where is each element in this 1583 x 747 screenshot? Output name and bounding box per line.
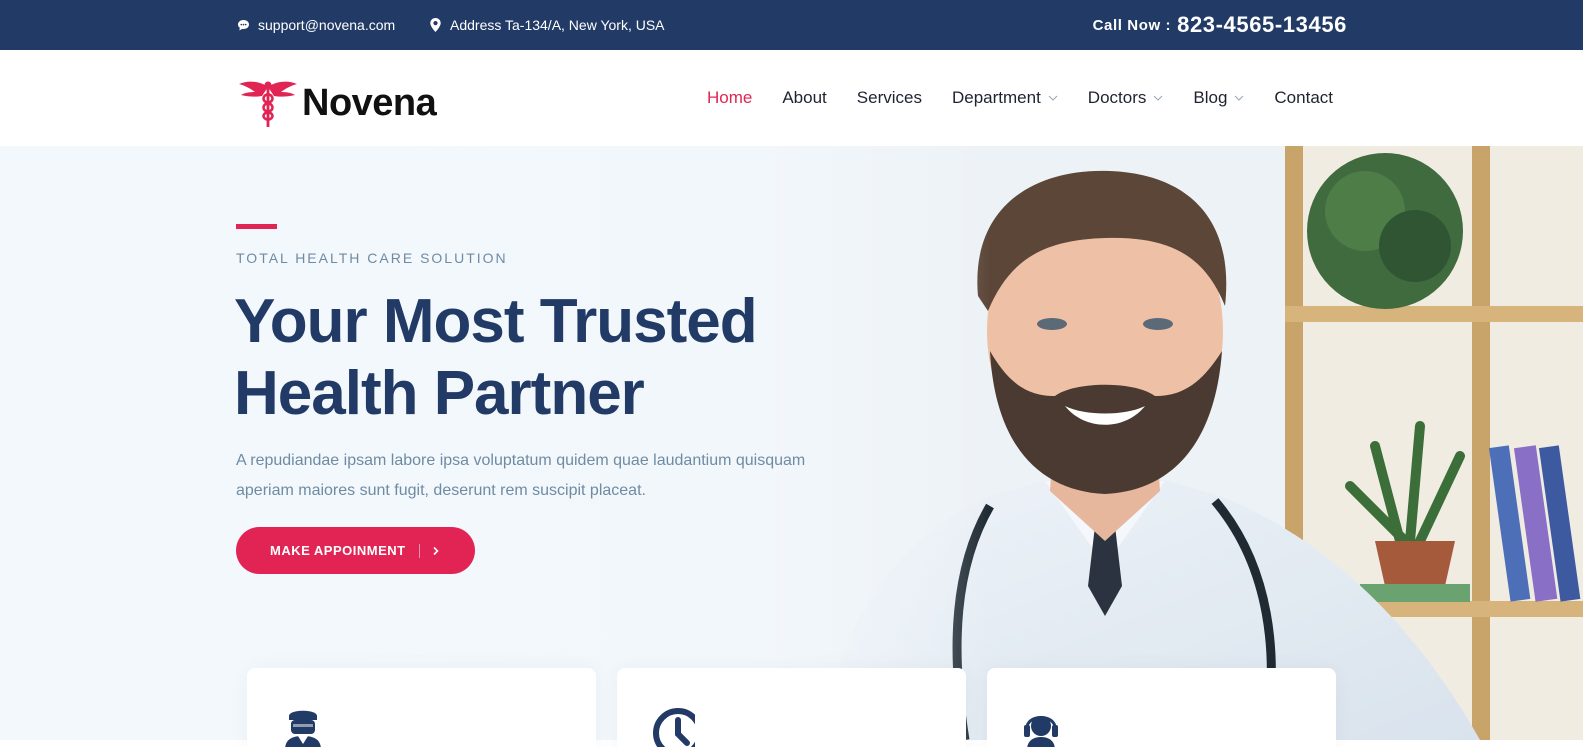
chevron-down-icon [1235,95,1244,101]
nav-item-about[interactable]: About [782,88,826,108]
nav-item-label: Services [856,88,922,107]
nav-item-label: Doctors [1087,88,1147,107]
chevron-down-icon [1048,95,1058,101]
button-divider [418,543,420,558]
chat-icon [236,18,250,32]
chevron-down-icon [1154,95,1163,101]
nav-item-department[interactable]: Department [952,88,1058,108]
surgeon-icon [285,710,321,747]
map-pin-icon [428,18,442,32]
clock-icon [653,708,695,747]
nav-item-label: Contact [1274,88,1333,107]
top-bar: support@novena.com Address Ta-134/A, New… [0,0,1583,50]
support-email-text: support@novena.com [258,17,396,33]
brand-name: Novena [302,81,437,124]
nav-item-contact[interactable]: Contact [1274,88,1333,108]
nav-item-label: Blog [1193,88,1228,107]
hero-doctor-image [760,146,1583,740]
address: Address Ta-134/A, New York, USA [428,0,665,50]
hero-title-line-2: Health Partner [234,359,645,428]
caduceus-icon [239,81,297,127]
chevron-right-icon [433,546,439,555]
feature-card-working-hours [617,668,966,747]
call-now-number[interactable]: 823-4565-13456 [1177,12,1347,38]
nav-item-label: About [782,88,827,107]
nav-item-doctors[interactable]: Doctors [1088,88,1164,108]
hero-section: TOTAL HEALTH CARE SOLUTION Your Most Tru… [0,146,1583,740]
support-email[interactable]: support@novena.com [236,0,395,50]
feature-card-online-emergency [247,668,596,747]
nav-item-label: Department [951,88,1041,107]
make-appointment-button[interactable]: MAKE APPOINMENT [236,527,475,574]
nav-item-services[interactable]: Services [857,88,922,108]
hero-title-line-1: Your Most Trusted [234,287,758,356]
call-now-label: Call Now : [1092,16,1172,34]
hero-description: A repudiandae ipsam labore ipsa voluptat… [236,452,806,499]
brand-logo[interactable]: Novena [238,77,437,129]
nav-item-blog[interactable]: Blog [1193,88,1244,108]
call-now[interactable]: Call Now : 823-4565-13456 [1093,0,1347,50]
main-navbar: Novena Home About Services Department Do… [0,50,1583,146]
address-text: Address Ta-134/A, New York, USA [450,17,665,33]
nav-item-label: Home [706,88,753,107]
hero-title: Your Most Trusted Health Partner [234,286,854,430]
nav-menu: Home About Services Department Doctors B… [677,50,1333,146]
headset-support-icon [1024,716,1058,747]
nav-item-home[interactable]: Home [707,88,752,108]
hero-subtitle: TOTAL HEALTH CARE SOLUTION [236,250,508,266]
feature-card-support [987,668,1336,747]
hero-accent-bar [236,224,277,229]
make-appointment-label: MAKE APPOINMENT [270,543,406,558]
